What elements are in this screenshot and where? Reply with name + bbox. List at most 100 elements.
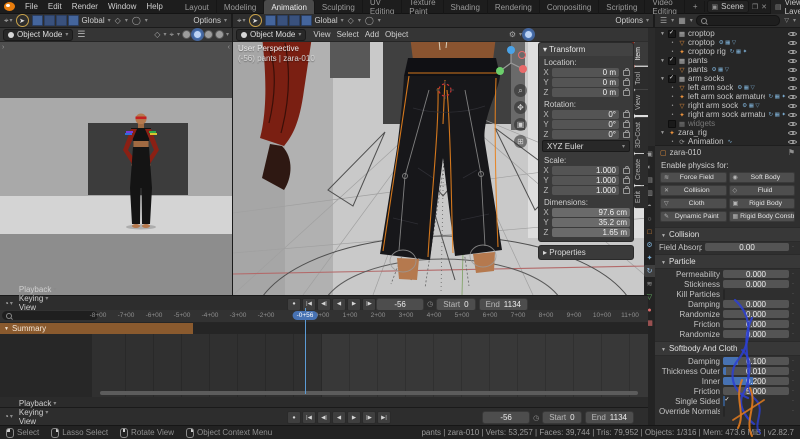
randomize-field[interactable]: 0.000: [723, 330, 789, 338]
dynamic-paint-button[interactable]: ✎Dynamic Paint: [660, 211, 727, 222]
workspace-tab-animation[interactable]: Animation: [264, 0, 315, 14]
outliner-row[interactable]: •✦left arm sock armature↻ ▦ ✦: [655, 92, 800, 101]
rotation-x-field[interactable]: 0°: [552, 110, 619, 119]
scale-y-field[interactable]: 1.000: [552, 176, 619, 185]
rotation-mode-dropdown[interactable]: XYZ Euler▾: [542, 140, 630, 152]
keyframe-dot-icon[interactable]: ·: [792, 388, 796, 394]
outliner-row[interactable]: ▼▦pants: [655, 56, 800, 65]
solid-shading-icon[interactable]: [193, 30, 202, 39]
hide-eye-icon[interactable]: [788, 39, 797, 46]
keyframe-dot-icon[interactable]: ·: [792, 291, 796, 297]
sidebar-tab-create[interactable]: Create: [634, 154, 648, 185]
visibility-checkbox[interactable]: [668, 57, 676, 65]
blender-logo-icon[interactable]: [4, 2, 15, 11]
hide-eye-icon[interactable]: [788, 120, 797, 127]
constraints-tab[interactable]: ≋: [644, 278, 655, 290]
hide-eye-icon[interactable]: [788, 75, 797, 82]
overlays-icon[interactable]: ⚙: [508, 30, 517, 39]
cloth-button[interactable]: ▽Cloth: [660, 198, 727, 209]
play-button[interactable]: ▶: [347, 411, 361, 424]
previous-keyframe-button[interactable]: ◀|: [317, 411, 331, 424]
location-y-field[interactable]: 0 m: [552, 78, 619, 87]
dimension-y-field[interactable]: 35.2 cm: [552, 218, 630, 227]
visibility-checkbox[interactable]: [668, 30, 676, 38]
keyframe-dot-icon[interactable]: ·: [792, 301, 796, 307]
outliner-row[interactable]: •▽right arm sock⚙ ▦ ▽: [655, 101, 800, 110]
outliner-row[interactable]: ▼▦arm socks: [655, 74, 800, 83]
damping-field[interactable]: 0.100: [723, 357, 789, 365]
outliner-row[interactable]: ▼▦croptop: [655, 29, 800, 38]
keyframe-dot-icon[interactable]: ·: [792, 271, 796, 277]
hide-eye-icon[interactable]: [788, 111, 797, 118]
dimension-z-field[interactable]: 1.65 m: [552, 228, 630, 237]
viewport-main[interactable]: Object Mode ▾ ViewSelectAddObject ⚙▾ Use…: [233, 28, 648, 295]
viewport-secondary[interactable]: Object Mode ▾ ☰ ◇▾ ⌖▾ ▾ › ‹: [0, 28, 233, 295]
keyframe-dot-icon[interactable]: ·: [792, 368, 796, 374]
keyframe-dot-icon[interactable]: ·: [792, 358, 796, 364]
preview-range-clock-icon[interactable]: ◷: [427, 300, 433, 308]
outliner-row[interactable]: •✦croptop rig↻ ▦ ✦: [655, 47, 800, 56]
kill-particles-checkbox[interactable]: [723, 289, 725, 300]
menu-keying[interactable]: Keying▾: [17, 294, 58, 303]
sidebar-tab-edit[interactable]: Edit: [634, 186, 648, 208]
viewport-menu-select[interactable]: Select: [334, 30, 362, 39]
override-normals-checkbox[interactable]: [723, 406, 725, 417]
outliner-display-mode-icon[interactable]: ▦: [677, 16, 687, 25]
expander-icon[interactable]: ▼: [659, 76, 666, 82]
hide-eye-icon[interactable]: [788, 48, 797, 55]
friction-field[interactable]: 5.000: [723, 387, 789, 395]
single-sided-checkbox[interactable]: [723, 396, 725, 407]
header-menu-icon[interactable]: ☰: [77, 29, 85, 40]
location-z-field[interactable]: 0 m: [552, 88, 619, 97]
outliner-row[interactable]: •▽left arm sock⚙ ▦ ▽: [655, 83, 800, 92]
rigid-body-button[interactable]: ▣Rigid Body: [729, 198, 796, 209]
play-button[interactable]: ▶: [347, 298, 361, 311]
friction-field[interactable]: 0.000: [723, 320, 789, 328]
keyframe-dot-icon[interactable]: ·: [792, 408, 796, 414]
lock-icon[interactable]: [623, 90, 630, 96]
summary-channel[interactable]: ▼ Summary: [0, 323, 193, 334]
permeability-field[interactable]: 0.000: [723, 270, 789, 278]
lock-icon[interactable]: [623, 70, 630, 76]
record-button[interactable]: ●: [287, 411, 301, 424]
toolbar-expand-arrow[interactable]: ›: [236, 44, 238, 51]
snap-magnet-icon[interactable]: ◇: [347, 16, 355, 25]
select-mode-2[interactable]: [44, 15, 55, 26]
workspace-tab-texture-paint[interactable]: Texture Paint: [402, 0, 443, 14]
new-scene-icon[interactable]: ❐: [752, 3, 758, 11]
lock-icon[interactable]: [623, 178, 630, 184]
end-frame-field[interactable]: End1134: [585, 411, 634, 424]
menubar-item-window[interactable]: Window: [103, 1, 141, 12]
inner-field[interactable]: 0.200: [723, 377, 789, 385]
keyframe-dot-icon[interactable]: ·: [792, 321, 796, 327]
outliner-row[interactable]: ▼✦zara_rig: [655, 128, 800, 137]
workspace-tab-video-editing[interactable]: Video Editing: [645, 0, 684, 14]
outliner-row[interactable]: •▽croptop⚙ ▦ ▽: [655, 38, 800, 47]
select-mode-3[interactable]: [56, 15, 67, 26]
hide-eye-icon[interactable]: [788, 66, 797, 73]
select-mode-1[interactable]: [265, 15, 276, 26]
current-frame-field[interactable]: -56: [482, 411, 530, 424]
editor-type-dropdown[interactable]: ◔▾: [4, 299, 13, 308]
move-view-icon[interactable]: ✥: [514, 101, 527, 114]
modifiers-tab[interactable]: ⚙: [644, 239, 655, 251]
hide-eye-icon[interactable]: [788, 93, 797, 100]
keyframe-dot-icon[interactable]: ·: [792, 378, 796, 384]
keyframe-dot-icon[interactable]: ·: [792, 311, 796, 317]
scale-z-field[interactable]: 1.000: [552, 186, 619, 195]
rotation-z-field[interactable]: 0°: [552, 130, 619, 139]
jump-to-start-button[interactable]: |◀: [302, 411, 316, 424]
record-button[interactable]: ●: [287, 298, 301, 311]
filter-funnel-icon[interactable]: ▽: [783, 17, 790, 24]
menu-playback[interactable]: Playback▾: [17, 285, 58, 294]
damping-field[interactable]: 0.000: [723, 300, 789, 308]
preview-range-clock-icon[interactable]: ◷: [533, 414, 539, 422]
lock-icon[interactable]: [623, 168, 630, 174]
workspace-tab-compositing[interactable]: Compositing: [540, 0, 599, 14]
camera-view-icon[interactable]: ▣: [514, 118, 527, 131]
soft-body-button[interactable]: ◉Soft Body: [729, 172, 796, 183]
lock-icon[interactable]: [623, 80, 630, 86]
workspace-tab-sculpting[interactable]: Sculpting: [315, 0, 363, 14]
snap-magnet-icon[interactable]: ◇: [114, 16, 122, 25]
select-mode-4[interactable]: [301, 15, 312, 26]
